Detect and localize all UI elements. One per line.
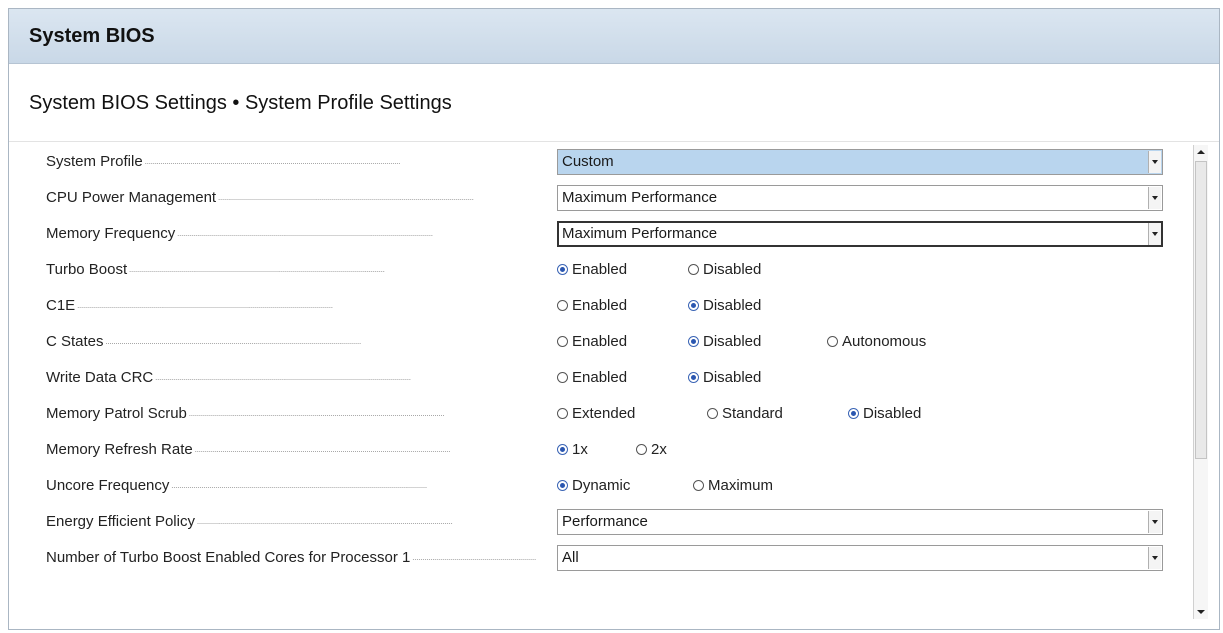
radio-selected-icon[interactable]	[557, 444, 568, 455]
radio-label: Disabled	[703, 261, 762, 278]
bios-window: System BIOS System BIOS Settings • Syste…	[8, 8, 1220, 630]
chevron-down-icon[interactable]	[1148, 547, 1161, 569]
uncore-frequency-maximum-radio[interactable]: Maximum	[693, 468, 773, 504]
radio-selected-icon[interactable]	[688, 300, 699, 311]
c-states-autonomous-radio[interactable]: Autonomous	[827, 324, 926, 360]
radio-selected-icon[interactable]	[688, 336, 699, 347]
radio-label: Disabled	[703, 297, 762, 314]
radio-unselected-icon[interactable]	[688, 264, 699, 275]
setting-row-turbo-boost: Turbo Boost Enabled Disabled	[9, 252, 1189, 288]
vertical-scrollbar[interactable]	[1193, 145, 1208, 619]
radio-label: Disabled	[703, 333, 762, 350]
c-states-disabled-radio[interactable]: Disabled	[688, 324, 761, 360]
radio-label: Enabled	[572, 369, 628, 386]
setting-label: Write Data CRC	[46, 360, 536, 396]
setting-row-memory-refresh-rate: Memory Refresh Rate 1x 2x	[9, 432, 1189, 468]
chevron-down-icon[interactable]	[1148, 223, 1161, 245]
select-value: All	[562, 549, 579, 566]
setting-row-c-states: C States Enabled Disabled Autonomous	[9, 324, 1189, 360]
chevron-down-icon[interactable]	[1148, 187, 1161, 209]
window-title: System BIOS	[29, 24, 155, 47]
radio-label: Disabled	[703, 369, 762, 386]
radio-label: Standard	[722, 405, 783, 422]
radio-label: Enabled	[572, 261, 628, 278]
setting-label: System Profile	[46, 144, 536, 180]
setting-row-energy-efficient-policy: Energy Efficient Policy Performance	[9, 504, 1189, 540]
energy-efficient-policy-select[interactable]: Performance	[557, 509, 1163, 535]
radio-label: Maximum	[708, 477, 774, 494]
setting-row-memory-frequency: Memory Frequency Maximum Performance	[9, 216, 1189, 252]
chevron-down-icon[interactable]	[1148, 511, 1161, 533]
setting-label: C States	[46, 324, 536, 360]
radio-selected-icon[interactable]	[557, 480, 568, 491]
select-value: Custom	[562, 153, 614, 170]
setting-row-memory-patrol-scrub: Memory Patrol Scrub Extended Standard Di…	[9, 396, 1189, 432]
turbo-boost-cores-select[interactable]: All	[557, 545, 1163, 571]
system-profile-select[interactable]: Custom	[557, 149, 1163, 175]
uncore-frequency-dynamic-radio[interactable]: Dynamic	[557, 468, 630, 504]
setting-row-system-profile: System Profile Custom	[9, 144, 1189, 180]
setting-label: Number of Turbo Boost Enabled Cores for …	[46, 540, 536, 576]
setting-label: Turbo Boost	[46, 252, 536, 288]
setting-label: C1E	[46, 288, 536, 324]
setting-row-c1e: C1E Enabled Disabled	[9, 288, 1189, 324]
radio-unselected-icon[interactable]	[557, 336, 568, 347]
radio-unselected-icon[interactable]	[827, 336, 838, 347]
radio-selected-icon[interactable]	[557, 264, 568, 275]
title-bar: System BIOS	[9, 9, 1219, 64]
radio-unselected-icon[interactable]	[693, 480, 704, 491]
memory-refresh-rate-1x-radio[interactable]: 1x	[557, 432, 588, 468]
memory-frequency-select[interactable]: Maximum Performance	[557, 221, 1163, 247]
chevron-down-icon[interactable]	[1148, 151, 1161, 173]
select-value: Performance	[562, 513, 648, 530]
c1e-disabled-radio[interactable]: Disabled	[688, 288, 761, 324]
setting-row-turbo-boost-cores: Number of Turbo Boost Enabled Cores for …	[9, 540, 1189, 576]
setting-label: Memory Refresh Rate	[46, 432, 536, 468]
memory-patrol-scrub-extended-radio[interactable]: Extended	[557, 396, 635, 432]
setting-label: Memory Frequency	[46, 216, 536, 252]
c-states-enabled-radio[interactable]: Enabled	[557, 324, 627, 360]
turbo-boost-enabled-radio[interactable]: Enabled	[557, 252, 627, 288]
scrollbar-thumb[interactable]	[1195, 161, 1207, 459]
radio-unselected-icon[interactable]	[557, 300, 568, 311]
setting-row-uncore-frequency: Uncore Frequency Dynamic Maximum	[9, 468, 1189, 504]
radio-label: Enabled	[572, 297, 628, 314]
radio-unselected-icon[interactable]	[707, 408, 718, 419]
radio-label: Enabled	[572, 333, 628, 350]
radio-label: 1x	[572, 441, 588, 458]
write-data-crc-enabled-radio[interactable]: Enabled	[557, 360, 627, 396]
radio-selected-icon[interactable]	[848, 408, 859, 419]
memory-patrol-scrub-standard-radio[interactable]: Standard	[707, 396, 783, 432]
radio-unselected-icon[interactable]	[557, 372, 568, 383]
setting-label: Memory Patrol Scrub	[46, 396, 536, 432]
c1e-enabled-radio[interactable]: Enabled	[557, 288, 627, 324]
setting-label: Uncore Frequency	[46, 468, 536, 504]
setting-label: CPU Power Management	[46, 180, 536, 216]
memory-refresh-rate-2x-radio[interactable]: 2x	[636, 432, 667, 468]
scroll-down-icon[interactable]	[1194, 605, 1208, 619]
radio-selected-icon[interactable]	[688, 372, 699, 383]
select-value: Maximum Performance	[562, 189, 718, 206]
settings-panel: System Profile Custom CPU Power Manageme…	[9, 144, 1197, 630]
write-data-crc-disabled-radio[interactable]: Disabled	[688, 360, 761, 396]
page-subtitle: System BIOS Settings • System Profile Se…	[9, 64, 1219, 142]
setting-label: Energy Efficient Policy	[46, 504, 536, 540]
radio-label: Extended	[572, 405, 636, 422]
select-value: Maximum Performance	[562, 225, 718, 242]
setting-row-cpu-power-management: CPU Power Management Maximum Performance	[9, 180, 1189, 216]
radio-unselected-icon[interactable]	[557, 408, 568, 419]
radio-label: Autonomous	[842, 333, 927, 350]
memory-patrol-scrub-disabled-radio[interactable]: Disabled	[848, 396, 921, 432]
radio-label: Disabled	[863, 405, 922, 422]
radio-label: 2x	[651, 441, 667, 458]
turbo-boost-disabled-radio[interactable]: Disabled	[688, 252, 761, 288]
radio-label: Dynamic	[572, 477, 631, 494]
radio-unselected-icon[interactable]	[636, 444, 647, 455]
scroll-up-icon[interactable]	[1194, 145, 1208, 159]
cpu-power-management-select[interactable]: Maximum Performance	[557, 185, 1163, 211]
setting-row-write-data-crc: Write Data CRC Enabled Disabled	[9, 360, 1189, 396]
